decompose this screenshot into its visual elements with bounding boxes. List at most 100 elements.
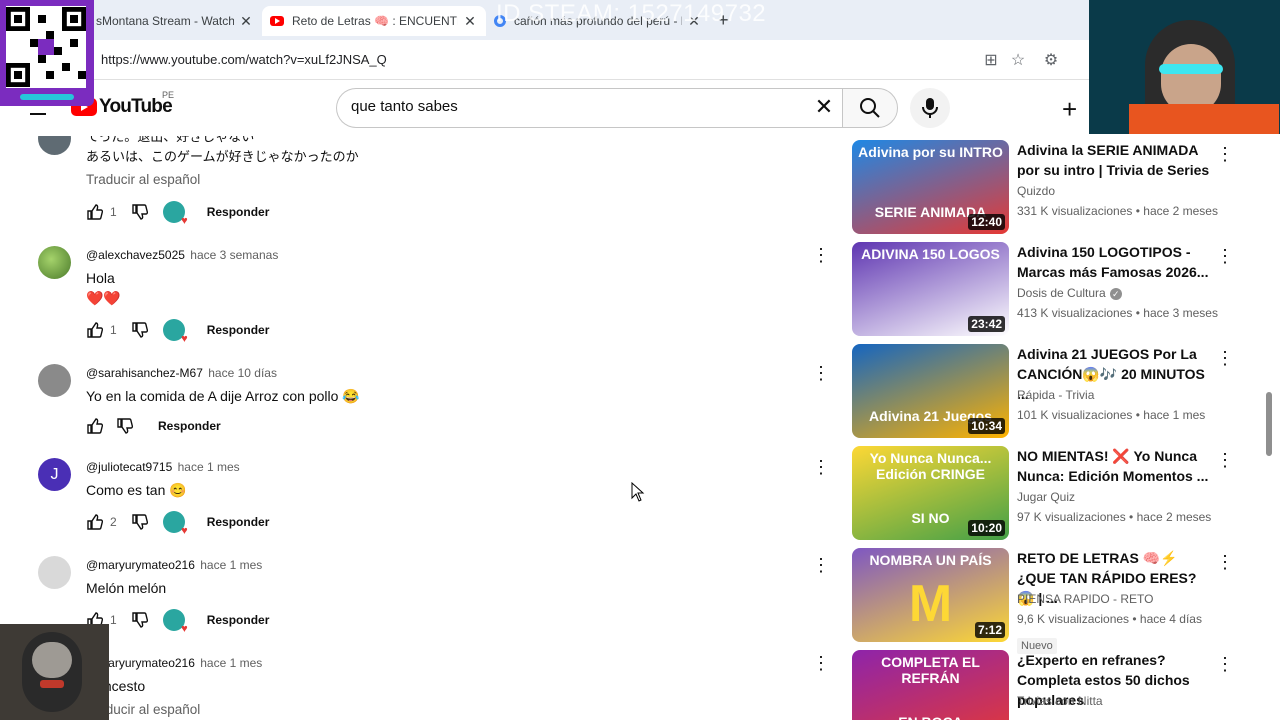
comment-actions: 1 Responder	[86, 319, 270, 345]
thumbs-up-icon[interactable]	[86, 513, 104, 531]
channel-name[interactable]: Trivias con Nitta	[1017, 694, 1103, 708]
comment-text: てった。退出、好きじゃない	[86, 136, 255, 144]
channel-name-row[interactable]: Jugar Quiz	[1017, 490, 1075, 504]
more-options-icon[interactable]: ⋮	[812, 364, 830, 382]
video-thumbnail[interactable]: Adivina 21 Juegos 10:34	[852, 344, 1009, 438]
search-box[interactable]	[336, 88, 842, 128]
thumbs-up-icon[interactable]	[86, 417, 104, 435]
search-input[interactable]	[351, 98, 791, 115]
video-thumbnail[interactable]: ADIVINA 150 LOGOS 23:42	[852, 242, 1009, 336]
extensions-icon[interactable]: ⚙	[1041, 50, 1061, 70]
address-bar[interactable]: https://www.youtube.com/watch?v=xuLf2JNS…	[0, 40, 1280, 80]
thumbs-up-icon[interactable]	[86, 203, 104, 221]
avatar[interactable]: J	[38, 458, 71, 491]
video-title[interactable]: Adivina la SERIE ANIMADA por su intro | …	[1017, 140, 1212, 180]
author-name[interactable]: @sarahisanchez-M67	[86, 366, 203, 380]
video-item[interactable]: Adivina 21 Juegos 10:34 Adivina 21 JUEGOS …	[850, 340, 1240, 438]
star-icon[interactable]: ☆	[1008, 50, 1028, 70]
more-options-icon[interactable]: ⋮	[1216, 246, 1234, 267]
reply-button[interactable]: Responder	[207, 613, 270, 627]
video-title[interactable]: Adivina 150 LOGOTIPOS - Marcas más Famos…	[1017, 242, 1212, 282]
channel-name[interactable]: Dosis de Cultura	[1017, 286, 1106, 300]
streamer-shirt	[1129, 104, 1279, 134]
comment-time[interactable]: hace 1 mes	[178, 460, 240, 474]
video-title[interactable]: NO MIENTAS! ❌ Yo Nunca Nunca: Edición Mo…	[1017, 446, 1212, 486]
video-thumbnail[interactable]: Yo Nunca Nunca... Edición CRINGE SI NO 10:…	[852, 446, 1009, 540]
browser-tab-1[interactable]: sMontana Stream - Watch Liv ✕	[88, 6, 262, 36]
channel-name[interactable]: Rápida - Trivia	[1017, 388, 1094, 402]
video-thumbnail[interactable]: NOMBRA UN PAÍS M 7:12	[852, 548, 1009, 642]
channel-name-row[interactable]: Quizdo	[1017, 184, 1055, 198]
clear-search-icon[interactable]: ✕	[812, 94, 836, 120]
more-options-icon[interactable]: ⋮	[812, 556, 830, 574]
channel-name-row[interactable]: Trivias con Nitta	[1017, 694, 1103, 708]
comment-time[interactable]: hace 3 semanas	[190, 248, 278, 262]
more-options-icon[interactable]: ⋮	[812, 458, 830, 476]
channel-name[interactable]: Quizdo	[1017, 184, 1055, 198]
comment-author[interactable]: @alexchavez5025 hace 3 semanas	[86, 248, 278, 262]
comment-author[interactable]: @maryurymateo216 hace 1 mes	[86, 656, 262, 670]
thumbs-up-icon[interactable]	[86, 321, 104, 339]
close-icon[interactable]: ✕	[238, 13, 254, 30]
url-text[interactable]: https://www.youtube.com/watch?v=xuLf2JNS…	[101, 52, 387, 67]
reply-button[interactable]: Responder	[207, 205, 270, 219]
author-name[interactable]: @maryurymateo216	[86, 558, 195, 572]
avatar[interactable]	[38, 136, 71, 155]
channel-name[interactable]: PIENSA RAPIDO - RETO	[1017, 592, 1153, 606]
voice-search-button[interactable]	[910, 88, 950, 128]
channel-name-row[interactable]: PIENSA RAPIDO - RETO	[1017, 592, 1153, 606]
more-options-icon[interactable]: ⋮	[1216, 654, 1234, 675]
scrollbar-thumb[interactable]	[1266, 392, 1272, 456]
video-item[interactable]: Yo Nunca Nunca... Edición CRINGE SI NO 10:…	[850, 442, 1240, 540]
more-options-icon[interactable]: ⋮	[812, 246, 830, 264]
thumbnail-text: NOMBRA UN PAÍS	[869, 552, 992, 568]
search-button[interactable]	[842, 88, 898, 128]
more-options-icon[interactable]: ⋮	[1216, 552, 1234, 573]
comment-item: @alexchavez5025 hace 3 semanas Hola ❤️❤️…	[0, 246, 840, 356]
create-icon[interactable]: +	[1062, 94, 1077, 125]
translate-link[interactable]: Traducir al español	[86, 172, 200, 187]
author-name[interactable]: @juliotecat9715	[86, 460, 172, 474]
more-options-icon[interactable]: ⋮	[1216, 144, 1234, 165]
channel-name-row[interactable]: Dosis de Cultura ✓	[1017, 286, 1122, 300]
apps-icon[interactable]: ⊞	[981, 50, 1001, 70]
close-icon[interactable]: ✕	[462, 13, 478, 30]
video-thumbnail[interactable]: COMPLETA EL REFRÁN EN BOCA	[852, 650, 1009, 720]
comment-time[interactable]: hace 10 días	[208, 366, 277, 380]
video-item[interactable]: ADIVINA 150 LOGOS 23:42 Adivina 150 LOGOTI…	[850, 238, 1240, 336]
reply-button[interactable]: Responder	[207, 515, 270, 529]
thumbs-down-icon[interactable]	[131, 611, 149, 629]
channel-name-row[interactable]: Rápida - Trivia	[1017, 388, 1094, 402]
browser-tab-2[interactable]: Reto de Letras 🧠 : ENCUENTRA u ✕	[262, 6, 486, 36]
author-name[interactable]: @alexchavez5025	[86, 248, 185, 262]
reply-button[interactable]: Responder	[207, 323, 270, 337]
like-count: 1	[110, 613, 117, 627]
reply-button[interactable]: Responder	[158, 419, 221, 433]
webcam-overlay-streamer	[1089, 0, 1280, 134]
thumbs-down-icon[interactable]	[131, 321, 149, 339]
comment-item: @maryurymateo216 hace 1 mes Concesto Tra…	[0, 654, 840, 720]
comment-time[interactable]: hace 1 mes	[200, 558, 262, 572]
video-meta: 331 K visualizaciones • hace 2 meses	[1017, 204, 1218, 218]
video-thumbnail[interactable]: Adivina por su INTRO SERIE ANIMADA 12:40	[852, 140, 1009, 234]
avatar[interactable]	[38, 246, 71, 279]
more-options-icon[interactable]: ⋮	[812, 654, 830, 672]
comment-author[interactable]: @maryurymateo216 hace 1 mes	[86, 558, 262, 572]
comment-actions: 1 Responder	[86, 201, 270, 227]
video-item[interactable]: Adivina por su INTRO SERIE ANIMADA 12:40 Ad…	[850, 136, 1240, 234]
avatar[interactable]	[38, 556, 71, 589]
more-options-icon[interactable]: ⋮	[1216, 348, 1234, 369]
avatar[interactable]	[38, 364, 71, 397]
comment-time[interactable]: hace 1 mes	[200, 656, 262, 670]
thumbs-down-icon[interactable]	[116, 417, 134, 435]
comment-author[interactable]: @sarahisanchez-M67 hace 10 días	[86, 366, 277, 380]
video-item[interactable]: COMPLETA EL REFRÁNEN BOCA¿Experto en ref…	[850, 646, 1240, 720]
channel-name[interactable]: Jugar Quiz	[1017, 490, 1075, 504]
more-options-icon[interactable]: ⋮	[1216, 450, 1234, 471]
comment-author[interactable]: @juliotecat9715 hace 1 mes	[86, 460, 240, 474]
thumbs-down-icon[interactable]	[131, 513, 149, 531]
thumbs-down-icon[interactable]	[131, 203, 149, 221]
video-item[interactable]: NOMBRA UN PAÍS M 7:12 RETO DE LETRAS 🧠⚡ ¿QU…	[850, 544, 1240, 654]
tab-title: sMontana Stream - Watch Liv	[96, 14, 234, 28]
video-meta: 97 K visualizaciones • hace 2 meses	[1017, 510, 1212, 524]
